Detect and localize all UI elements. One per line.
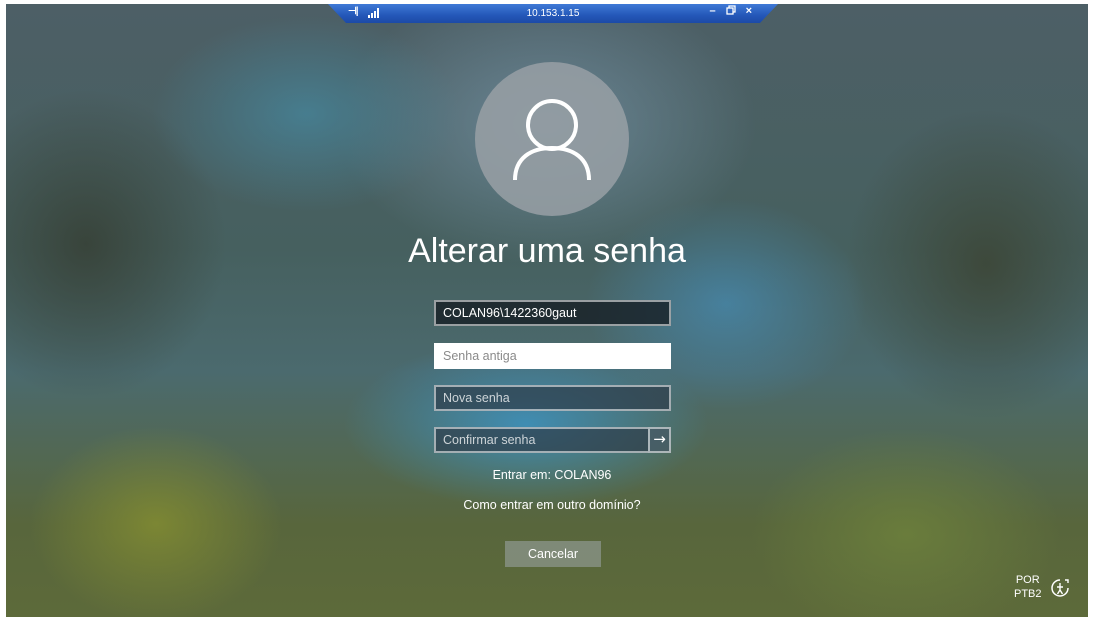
username-field[interactable] [434,300,671,326]
submit-arrow-button[interactable]: → [648,427,671,453]
confirm-password-input[interactable] [434,427,648,453]
minimize-icon[interactable]: – [709,5,715,18]
cancel-button[interactable]: Cancelar [505,541,601,567]
input-language-indicator[interactable]: POR PTB2 [1014,573,1042,601]
close-icon[interactable]: × [746,5,752,18]
sign-in-domain-label: Entrar em: COLAN96 [492,468,612,482]
page-title: Alterar uma senha [408,232,686,270]
language-code: POR [1015,574,1040,586]
new-password-input[interactable] [434,385,671,411]
keyboard-layout-code: PTB2 [1014,588,1042,600]
other-domain-link[interactable]: Como entrar em outro domínio? [6,498,1088,512]
user-avatar-icon [475,62,629,216]
remote-desktop-connection-bar[interactable]: ⊣| 10.153.1.15 – × [328,4,778,23]
lock-screen: ⊣| 10.153.1.15 – × Alterar uma senha → E… [6,4,1088,617]
arrow-right-icon: → [653,430,666,448]
old-password-input[interactable] [434,343,671,369]
restore-icon[interactable] [725,5,736,18]
ease-of-access-icon[interactable] [1049,577,1071,603]
rdp-window-controls: – × [709,5,752,18]
